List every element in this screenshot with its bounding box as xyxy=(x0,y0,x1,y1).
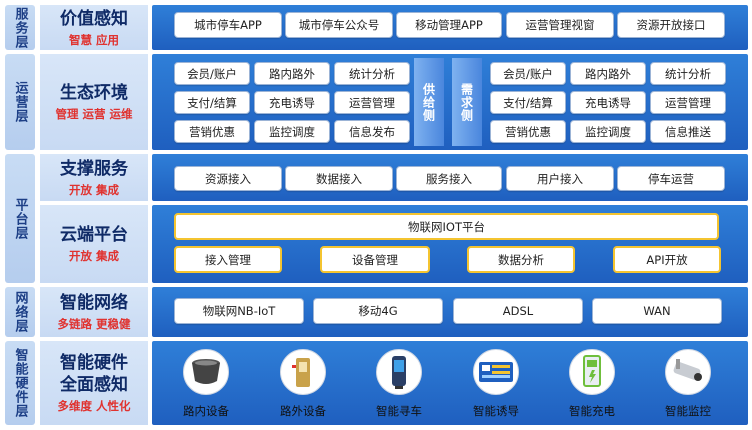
value-item-1[interactable]: 城市停车公众号 xyxy=(285,12,393,38)
device-label-4: 智能充电 xyxy=(569,404,615,418)
support-item-4[interactable]: 停车运营 xyxy=(617,166,725,191)
layer-service: 服务层 xyxy=(5,5,35,50)
cloud-item-0[interactable]: 接入管理 xyxy=(174,246,282,273)
charging-pile-icon xyxy=(569,349,615,395)
device-label-0: 路内设备 xyxy=(183,404,229,418)
ecosystem-subtitle: 管理 运营 运维 xyxy=(55,107,133,121)
value-item-4[interactable]: 资源开放接口 xyxy=(617,12,725,38)
roadside-sensor-icon xyxy=(183,349,229,395)
device-label-5: 智能监控 xyxy=(665,404,711,418)
eco-left-item-2[interactable]: 统计分析 xyxy=(334,62,410,85)
layer-network: 网络层 xyxy=(5,287,35,337)
hardware-title: 智能硬件 xyxy=(60,353,128,373)
hardware-title-line2: 全面感知 xyxy=(60,375,128,395)
cloud-title-cell: 云端平台 开放 集成 xyxy=(40,205,148,283)
value-title: 价值感知 xyxy=(60,8,128,29)
value-item-0[interactable]: 城市停车APP xyxy=(174,12,282,38)
support-title: 支撑服务 xyxy=(60,158,128,179)
network-item-0[interactable]: 物联网NB-IoT xyxy=(174,298,304,324)
eco-right-item-2[interactable]: 统计分析 xyxy=(650,62,726,85)
cloud-title: 云端平台 xyxy=(60,225,128,245)
value-subtitle: 智慧 应用 xyxy=(68,32,119,47)
support-item-1[interactable]: 数据接入 xyxy=(285,166,393,191)
barrier-gate-icon xyxy=(280,349,326,395)
eco-left-item-3[interactable]: 支付/结算 xyxy=(174,91,250,114)
eco-right-item-5[interactable]: 运营管理 xyxy=(650,91,726,114)
support-item-3[interactable]: 用户接入 xyxy=(506,166,614,191)
support-item-0[interactable]: 资源接入 xyxy=(174,166,282,191)
ecosystem-title: 生态环境 xyxy=(60,83,128,103)
layer-hardware: 智能硬件层 xyxy=(5,341,35,425)
eco-right-item-3[interactable]: 支付/结算 xyxy=(490,91,566,114)
eco-left-item-8[interactable]: 信息发布 xyxy=(334,120,410,143)
eco-right-item-4[interactable]: 充电诱导 xyxy=(570,91,646,114)
network-title-cell: 智能网络 多链路 更稳健 xyxy=(40,287,148,337)
eco-right-item-6[interactable]: 营销优惠 xyxy=(490,120,566,143)
value-item-3[interactable]: 运营管理视窗 xyxy=(506,12,614,38)
support-title-cell: 支撑服务 开放 集成 xyxy=(40,154,148,201)
network-item-1[interactable]: 移动4G xyxy=(313,298,443,324)
eco-right-item-1[interactable]: 路内路外 xyxy=(570,62,646,85)
eco-right-item-7[interactable]: 监控调度 xyxy=(570,120,646,143)
device-label-3: 智能诱导 xyxy=(473,404,519,418)
layer-operation: 运营层 xyxy=(5,54,35,150)
device-label-2: 智能寻车 xyxy=(376,404,422,418)
network-item-3[interactable]: WAN xyxy=(592,298,722,324)
hardware-subtitle: 多维度 人性化 xyxy=(57,399,131,413)
eco-left-item-1[interactable]: 路内路外 xyxy=(254,62,330,85)
cloud-item-3[interactable]: API开放 xyxy=(613,246,721,273)
network-title: 智能网络 xyxy=(60,293,128,313)
layer-platform: 平台层 xyxy=(5,154,35,283)
cloud-subtitle: 开放 集成 xyxy=(68,249,119,263)
network-item-2[interactable]: ADSL xyxy=(453,298,583,324)
value-title-cell: 价值感知 智慧 应用 xyxy=(40,5,148,50)
car-finder-kiosk-icon xyxy=(376,349,422,395)
cloud-item-1[interactable]: 设备管理 xyxy=(320,246,430,273)
eco-right-item-8[interactable]: 信息推送 xyxy=(650,120,726,143)
device-label-1: 路外设备 xyxy=(280,404,326,418)
eco-left-item-5[interactable]: 运营管理 xyxy=(334,91,410,114)
surveillance-camera-icon xyxy=(665,349,711,395)
iot-platform-box[interactable]: 物联网IOT平台 xyxy=(174,213,719,240)
support-item-2[interactable]: 服务接入 xyxy=(396,166,502,191)
supply-side-label: 供给侧 xyxy=(414,58,444,146)
value-item-2[interactable]: 移动管理APP xyxy=(396,12,502,38)
hardware-title-cell: 智能硬件 全面感知 多维度 人性化 xyxy=(40,341,148,425)
ecosystem-title-cell: 生态环境 管理 运营 运维 xyxy=(40,54,148,150)
demand-side-label: 需求侧 xyxy=(452,58,482,146)
eco-right-item-0[interactable]: 会员/账户 xyxy=(490,62,566,85)
eco-left-item-7[interactable]: 监控调度 xyxy=(254,120,330,143)
network-subtitle: 多链路 更稳健 xyxy=(57,317,131,331)
eco-left-item-4[interactable]: 充电诱导 xyxy=(254,91,330,114)
support-subtitle: 开放 集成 xyxy=(68,182,119,197)
cloud-item-2[interactable]: 数据分析 xyxy=(467,246,575,273)
eco-left-item-6[interactable]: 营销优惠 xyxy=(174,120,250,143)
guidance-screen-icon xyxy=(473,349,519,395)
eco-left-item-0[interactable]: 会员/账户 xyxy=(174,62,250,85)
